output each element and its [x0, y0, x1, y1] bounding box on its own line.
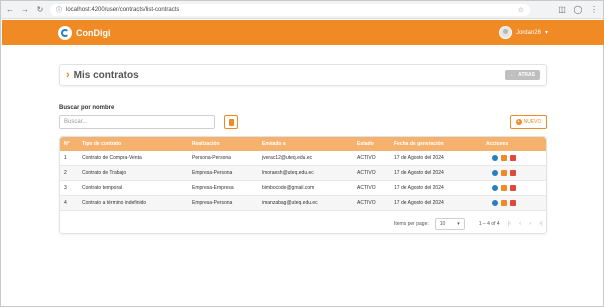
- cell-sent-to: jverac12@uteq.edu.ec: [262, 155, 313, 161]
- cell-realization: Empresa-Persona: [192, 200, 233, 206]
- items-per-page-value: 10: [439, 221, 446, 227]
- pdf-export-button[interactable]: [224, 115, 238, 129]
- new-contract-button[interactable]: + NUEVO: [510, 115, 547, 129]
- contracts-table: N° Tipo de contrato Realización Enviado …: [59, 136, 547, 234]
- url-text: localhost:4200/user/contracts/list-contr…: [66, 6, 180, 13]
- items-per-page-label: Items per page:: [394, 221, 429, 227]
- cell-realization: Empresa-Empresa: [192, 185, 234, 191]
- brand-name[interactable]: ConDigi: [76, 28, 111, 38]
- delete-icon[interactable]: [510, 185, 516, 191]
- browser-toolbar: ← → ↻ ⓘ localhost:4200/user/contracts/li…: [1, 1, 603, 19]
- cell-sent-to: bimbocode@gmail.com: [262, 185, 315, 191]
- cell-date: 17 de Agosto del 2024: [394, 170, 444, 176]
- site-info-icon[interactable]: ⓘ: [56, 5, 62, 14]
- table-row: 1 Contrato de Compra-Venta Persona-Perso…: [60, 151, 546, 166]
- cell-date: 17 de Agosto del 2024: [394, 185, 444, 191]
- table-body: 1 Contrato de Compra-Venta Persona-Perso…: [60, 151, 546, 211]
- dropdown-arrow-icon: ▾: [457, 221, 460, 227]
- edit-icon[interactable]: [501, 185, 507, 191]
- chevron-right-icon: ›: [66, 69, 70, 81]
- chevron-down-icon[interactable]: ▾: [545, 29, 548, 36]
- cell-actions: [486, 155, 546, 161]
- view-icon[interactable]: [492, 170, 498, 176]
- plus-circle-icon: +: [515, 118, 522, 125]
- browser-menu-icon[interactable]: ⋮: [589, 5, 599, 15]
- cell-realization: Persona-Persona: [192, 155, 231, 161]
- cell-number: 1: [64, 155, 67, 161]
- cell-actions: [486, 185, 546, 191]
- cell-date: 17 de Agosto del 2024: [394, 200, 444, 206]
- cell-actions: [486, 170, 546, 176]
- cell-status: ACTIVO: [357, 170, 376, 176]
- cell-status: ACTIVO: [357, 200, 376, 206]
- table-row: 2 Contrato de Trabajo Empresa-Persona lm…: [60, 166, 546, 181]
- cell-number: 4: [64, 200, 67, 206]
- column-header: Acciones: [486, 141, 509, 147]
- cell-number: 3: [64, 185, 67, 191]
- column-header: N°: [64, 141, 70, 147]
- edit-icon[interactable]: [501, 170, 507, 176]
- pdf-icon: [228, 118, 234, 126]
- cell-number: 2: [64, 170, 67, 176]
- cell-realization: Empresa-Persona: [192, 170, 233, 176]
- delete-icon[interactable]: [510, 155, 516, 161]
- page-range: 1 – 4 of 4: [478, 221, 500, 227]
- arrow-left-icon: ←: [510, 72, 516, 78]
- avatar[interactable]: [498, 26, 512, 39]
- delete-icon[interactable]: [510, 170, 516, 176]
- new-button-label: NUEVO: [523, 119, 542, 125]
- view-icon[interactable]: [492, 155, 498, 161]
- page-title: Mis contratos: [73, 69, 139, 81]
- table-row: 3 Contrato temporal Empresa-Empresa bimb…: [60, 181, 546, 196]
- back-arrow-icon[interactable]: ←: [5, 5, 15, 15]
- cell-contract-type: Contrato a término indefinido: [82, 200, 147, 206]
- column-header: Enviado a: [262, 141, 286, 147]
- column-header: Estado: [357, 141, 374, 147]
- column-header: Fecha de generación: [394, 141, 444, 147]
- cell-contract-type: Contrato de Trabajo: [82, 170, 127, 176]
- last-page-icon[interactable]: ›|: [539, 221, 543, 227]
- condigi-logo-icon[interactable]: [58, 25, 72, 40]
- view-icon[interactable]: [492, 200, 498, 206]
- browser-window: ← → ↻ ⓘ localhost:4200/user/contracts/li…: [0, 0, 604, 307]
- edit-icon[interactable]: [501, 200, 507, 206]
- table-row: 4 Contrato a término indefinido Empresa-…: [60, 196, 546, 211]
- forward-arrow-icon[interactable]: →: [20, 5, 30, 15]
- cell-status: ACTIVO: [357, 185, 376, 191]
- reload-icon[interactable]: ↻: [35, 5, 45, 15]
- back-button-label: ATRAS: [518, 72, 535, 78]
- back-button[interactable]: ← ATRAS: [505, 70, 540, 80]
- edit-icon[interactable]: [501, 155, 507, 161]
- search-input[interactable]: Buscar...: [59, 115, 215, 129]
- address-bar[interactable]: ⓘ localhost:4200/user/contracts/list-con…: [50, 3, 530, 16]
- previous-page-icon[interactable]: ‹: [519, 221, 521, 227]
- username[interactable]: Jordan26: [516, 30, 541, 36]
- profile-icon[interactable]: ◯: [573, 5, 583, 15]
- cell-sent-to: imanzabag@uteq.edu.ec: [262, 200, 318, 206]
- paginator: Items per page: 10 ▾ 1 – 4 of 4 |‹ ‹ › ›…: [60, 216, 546, 232]
- cell-status: ACTIVO: [357, 155, 376, 161]
- cell-contract-type: Contrato de Compra-Venta: [82, 155, 142, 161]
- column-header: Tipo de contrato: [82, 141, 122, 147]
- table-header: N° Tipo de contrato Realización Enviado …: [60, 137, 546, 151]
- bookmark-star-icon[interactable]: ☆: [518, 6, 524, 14]
- next-page-icon[interactable]: ›: [529, 221, 531, 227]
- first-page-icon[interactable]: |‹: [508, 221, 512, 227]
- app-header: ConDigi Jordan26 ▾: [2, 20, 604, 45]
- page-title-card: › Mis contratos ← ATRAS: [59, 64, 547, 86]
- view-icon[interactable]: [492, 185, 498, 191]
- search-label: Buscar por nombre: [59, 105, 115, 111]
- delete-icon[interactable]: [510, 200, 516, 206]
- cell-actions: [486, 200, 546, 206]
- column-header: Realización: [192, 141, 220, 147]
- cell-sent-to: lmoraesh@uteq.edu.ec: [262, 170, 314, 176]
- extensions-icon[interactable]: ◫: [557, 5, 567, 15]
- user-menu[interactable]: Jordan26 ▾: [498, 26, 548, 39]
- cell-date: 17 de Agosto del 2024: [394, 155, 444, 161]
- cell-contract-type: Contrato temporal: [82, 185, 123, 191]
- items-per-page-select[interactable]: 10 ▾: [434, 218, 465, 230]
